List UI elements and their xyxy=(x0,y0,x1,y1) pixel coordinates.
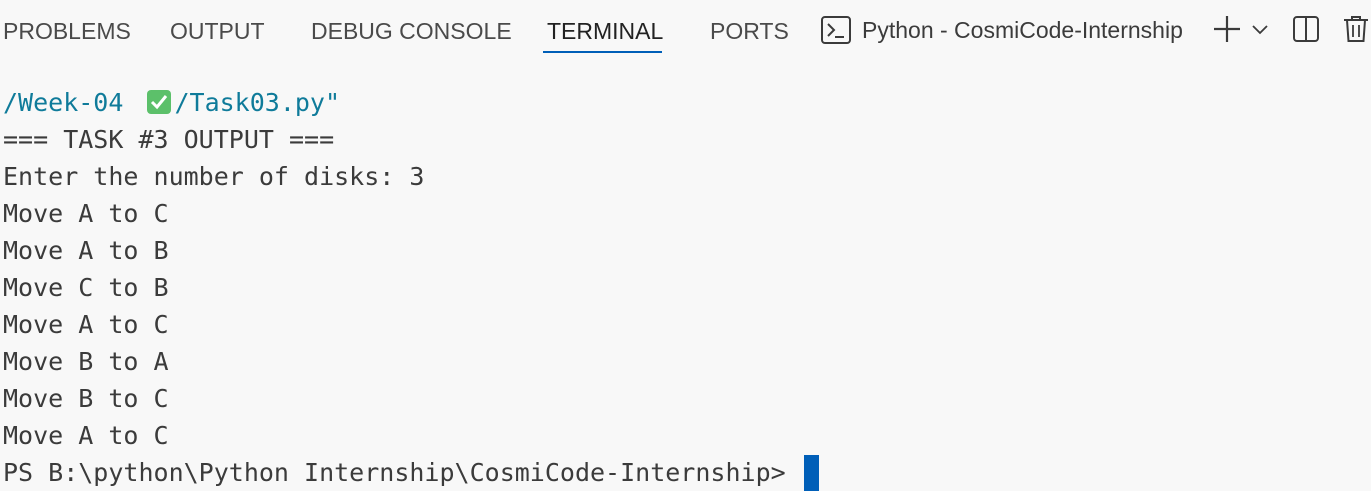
terminal-path-line: /Week-04 /Task03.py" xyxy=(0,84,1371,121)
launch-profile-button[interactable] xyxy=(1249,12,1271,46)
terminal-cursor xyxy=(803,454,819,491)
active-tab-indicator xyxy=(543,51,662,53)
terminal-selector[interactable]: Python - CosmiCode-Internship xyxy=(820,12,1183,48)
terminal-selector-label: Python - CosmiCode-Internship xyxy=(862,16,1183,43)
output-line: Move A to C xyxy=(3,421,169,450)
trash-icon xyxy=(1342,14,1370,44)
kill-terminal-button[interactable] xyxy=(1341,12,1371,46)
check-box-emoji-icon xyxy=(146,88,172,114)
tab-debug-console[interactable]: DEBUG CONSOLE xyxy=(311,15,512,47)
new-terminal-button[interactable] xyxy=(1210,12,1244,46)
terminal-output[interactable]: /Week-04 /Task03.py" === TASK #3 OUTPUT … xyxy=(0,84,1371,491)
path-segment-week: /Week-04 xyxy=(3,88,139,117)
terminal-prompt: PS B:\python\Python Internship\CosmiCode… xyxy=(3,458,786,487)
output-line: Move B to A xyxy=(3,347,169,376)
tab-output[interactable]: OUTPUT xyxy=(170,15,265,47)
terminal-prompt-line[interactable]: PS B:\python\Python Internship\CosmiCode… xyxy=(0,454,1371,491)
split-terminal-button[interactable] xyxy=(1290,12,1322,46)
chevron-down-icon xyxy=(1251,23,1269,35)
tab-ports[interactable]: PORTS xyxy=(710,15,789,47)
output-line: Enter the number of disks: 3 xyxy=(3,162,425,191)
output-line: Move A to C xyxy=(3,199,169,228)
output-line: Move B to C xyxy=(3,384,169,413)
output-line: === TASK #3 OUTPUT === xyxy=(3,125,335,154)
output-line: Move A to B xyxy=(3,236,169,265)
terminal-icon xyxy=(820,14,852,46)
panel-tab-bar: PROBLEMS OUTPUT DEBUG CONSOLE TERMINAL P… xyxy=(0,0,1371,60)
output-line: Move C to B xyxy=(3,273,169,302)
split-terminal-icon xyxy=(1291,14,1321,44)
path-segment-file: /Task03.py" xyxy=(174,88,341,117)
output-line: Move A to C xyxy=(3,310,169,339)
plus-icon xyxy=(1212,14,1242,44)
tab-problems[interactable]: PROBLEMS xyxy=(3,15,131,47)
tab-terminal[interactable]: TERMINAL xyxy=(547,15,663,47)
